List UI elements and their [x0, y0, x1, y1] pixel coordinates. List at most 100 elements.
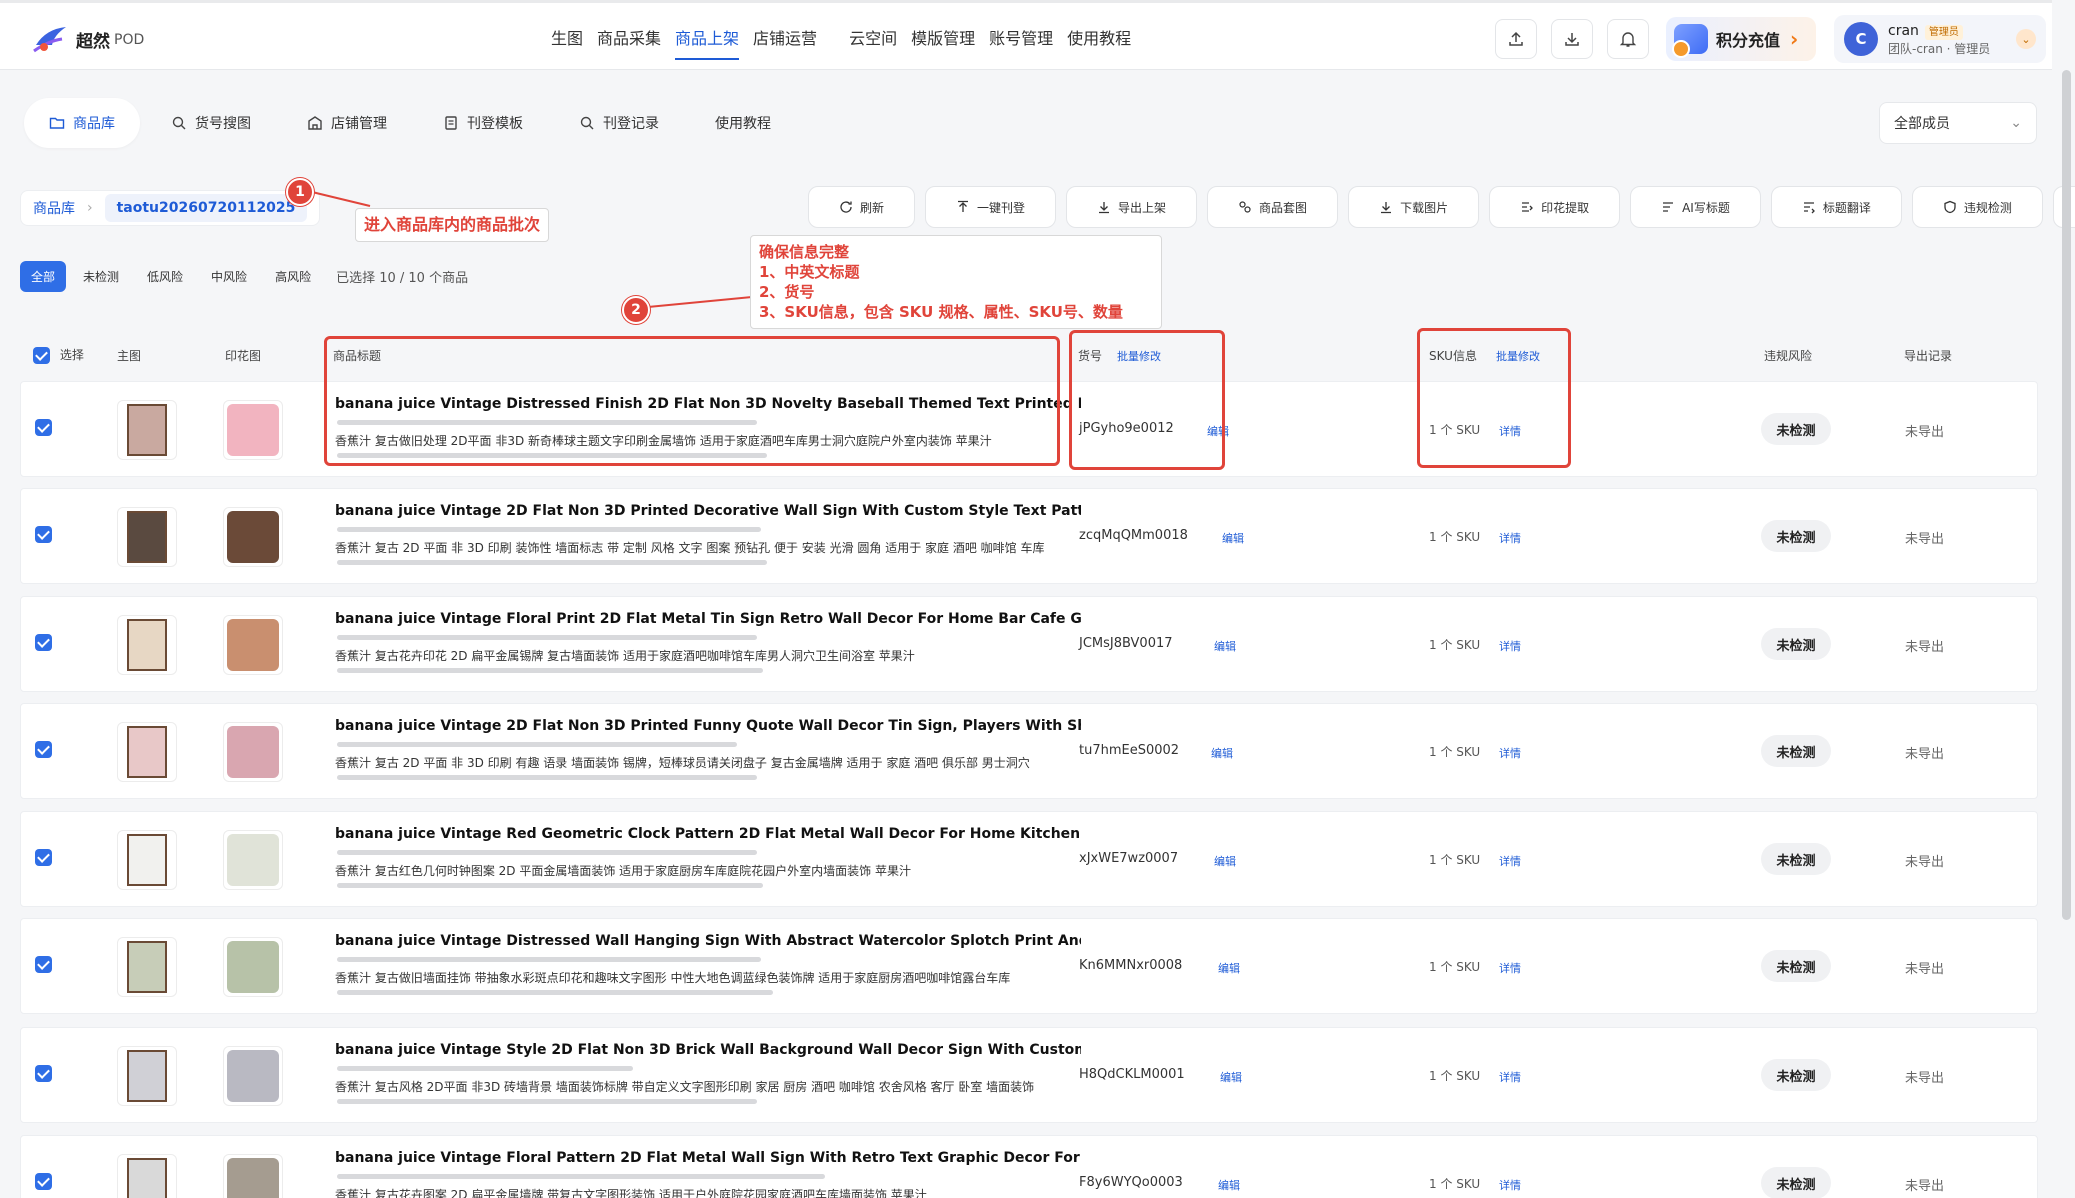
risk-status-badge[interactable]: 未检测 [1761, 1167, 1831, 1198]
row-checkbox[interactable] [35, 849, 52, 866]
tip2-line: 2、货号 [759, 283, 815, 301]
tab-sku-image-search[interactable]: 货号搜图 [146, 98, 276, 148]
risk-status-badge[interactable]: 未检测 [1761, 413, 1831, 445]
one-click-list-button[interactable]: 一键刊登 [925, 186, 1057, 228]
page-scrollbar[interactable] [2062, 70, 2071, 920]
chevron-down-icon: ⌄ [2010, 115, 2022, 131]
filter-unchecked[interactable]: 未检测 [72, 261, 130, 292]
export-listing-button[interactable]: 导出上架 [1066, 186, 1198, 228]
action-label: 刷新 [860, 200, 885, 215]
credit-recharge-button[interactable]: 积分充值 › [1666, 17, 1816, 61]
edit-sku-link[interactable]: 编辑 [1214, 853, 1236, 869]
annotation-box-sku-no [1069, 330, 1225, 470]
row-checkbox[interactable] [35, 956, 52, 973]
row-checkbox[interactable] [35, 419, 52, 436]
edit-sku-link[interactable]: 编辑 [1218, 960, 1240, 976]
download-images-button[interactable]: 下载图片 [1348, 186, 1480, 228]
row-checkbox[interactable] [35, 741, 52, 758]
refresh-button[interactable]: 刷新 [808, 186, 916, 228]
sku-count: 1 个 SKU [1429, 1177, 1481, 1191]
sku-detail-link[interactable]: 详情 [1499, 960, 1521, 976]
sku-detail-link[interactable]: 详情 [1499, 1069, 1521, 1085]
download-button[interactable] [1551, 19, 1593, 59]
sku-detail-link[interactable]: 详情 [1499, 1177, 1521, 1193]
filter-low-risk[interactable]: 低风险 [136, 261, 194, 292]
risk-status-badge[interactable]: 未检测 [1761, 1059, 1831, 1091]
risk-status-badge[interactable]: 未检测 [1761, 628, 1831, 660]
action-label: AI写标题 [1682, 200, 1730, 215]
risk-status-badge[interactable]: 未检测 [1761, 735, 1831, 767]
avatar: C [1844, 22, 1878, 56]
title-cn-bar [337, 990, 773, 995]
print-image-thumbnail[interactable] [223, 507, 283, 567]
title-translate-button[interactable]: 标题翻译 [1770, 186, 1902, 228]
product-image-set-button[interactable]: 商品套图 [1207, 186, 1339, 228]
breadcrumb-batch[interactable]: taotu20260720112025 [104, 194, 308, 222]
edit-sku-link[interactable]: 编辑 [1222, 530, 1244, 546]
sku-detail-link[interactable]: 详情 [1499, 530, 1521, 546]
main-image-thumbnail[interactable] [117, 400, 177, 460]
sku-number: Kn6MMNxr0008 [1079, 958, 1183, 973]
nav-store-ops[interactable]: 店铺运营 [746, 3, 824, 70]
user-menu[interactable]: C cran 管理员 团队-cran · 管理员 ⌄ [1834, 15, 2046, 63]
member-select[interactable]: 全部成员 ⌄ [1879, 102, 2037, 144]
nav-tutorial[interactable]: 使用教程 [1060, 3, 1138, 70]
tab-listing-template[interactable]: 刊登模板 [418, 98, 548, 148]
filter-high-risk[interactable]: 高风险 [264, 261, 322, 292]
nav-generate[interactable]: 生图 [544, 3, 590, 70]
search-icon [580, 116, 594, 130]
print-image-thumbnail[interactable] [223, 615, 283, 675]
app-logo[interactable]: 超然 POD [32, 21, 144, 57]
notification-button[interactable] [1607, 19, 1649, 59]
print-extract-button[interactable]: 印花提取 [1489, 186, 1621, 228]
tab-store-management[interactable]: 店铺管理 [282, 98, 412, 148]
select-all-checkbox[interactable] [33, 347, 50, 364]
tab-listing-records[interactable]: 刊登记录 [554, 98, 684, 148]
nav-cloud[interactable]: 云空间 [842, 3, 904, 70]
print-image-thumbnail[interactable] [223, 1046, 283, 1106]
edit-sku-link[interactable]: 编辑 [1214, 638, 1236, 654]
main-image-thumbnail[interactable] [117, 507, 177, 567]
breadcrumb-root[interactable]: 商品库 [33, 198, 75, 218]
row-checkbox[interactable] [35, 1065, 52, 1082]
print-image-thumbnail[interactable] [223, 937, 283, 997]
print-image-thumbnail[interactable] [223, 1154, 283, 1198]
filter-all[interactable]: 全部 [20, 261, 67, 292]
action-toolbar: 刷新 一键刊登 导出上架 商品套图 下载图片 印花提取 AI写标题 标题翻译 违… [808, 186, 2075, 228]
main-image-thumbnail[interactable] [117, 615, 177, 675]
risk-status-badge[interactable]: 未检测 [1761, 843, 1831, 875]
main-image-thumbnail[interactable] [117, 1154, 177, 1198]
nav-templates[interactable]: 模版管理 [904, 3, 982, 70]
row-checkbox[interactable] [35, 1173, 52, 1190]
main-image-thumbnail[interactable] [117, 830, 177, 890]
filter-mid-risk[interactable]: 中风险 [200, 261, 258, 292]
print-image-thumbnail[interactable] [223, 722, 283, 782]
sku-detail-link[interactable]: 详情 [1499, 745, 1521, 761]
nav-listing[interactable]: 商品上架 [668, 3, 746, 70]
tab-tutorial[interactable]: 使用教程 [690, 98, 796, 148]
main-image-thumbnail[interactable] [117, 1046, 177, 1106]
main-image-thumbnail[interactable] [117, 937, 177, 997]
row-checkbox[interactable] [35, 634, 52, 651]
nav-collect[interactable]: 商品采集 [590, 3, 668, 70]
sku-detail-link[interactable]: 详情 [1499, 638, 1521, 654]
risk-status-badge[interactable]: 未检测 [1761, 950, 1831, 982]
tab-product-library[interactable]: 商品库 [24, 98, 140, 148]
print-image-thumbnail[interactable] [223, 400, 283, 460]
main-image-thumbnail[interactable] [117, 722, 177, 782]
risk-status-badge[interactable]: 未检测 [1761, 520, 1831, 552]
print-image-thumbnail[interactable] [223, 830, 283, 890]
ai-title-button[interactable]: AI写标题 [1630, 186, 1761, 228]
sku-detail-link[interactable]: 详情 [1499, 853, 1521, 869]
text-lines-icon [1663, 202, 1674, 212]
title-en: banana juice Vintage 2D Flat Non 3D Prin… [335, 503, 1081, 519]
upload-button[interactable] [1495, 19, 1537, 59]
edit-sku-link[interactable]: 编辑 [1211, 745, 1233, 761]
nav-accounts[interactable]: 账号管理 [982, 3, 1060, 70]
annotation-box-sku-info [1417, 328, 1571, 468]
violation-check-button[interactable]: 违规检测 [1911, 186, 2043, 228]
edit-sku-link[interactable]: 编辑 [1218, 1177, 1240, 1193]
chevron-down-icon[interactable]: ⌄ [2016, 29, 2036, 49]
edit-sku-link[interactable]: 编辑 [1220, 1069, 1242, 1085]
row-checkbox[interactable] [35, 526, 52, 543]
